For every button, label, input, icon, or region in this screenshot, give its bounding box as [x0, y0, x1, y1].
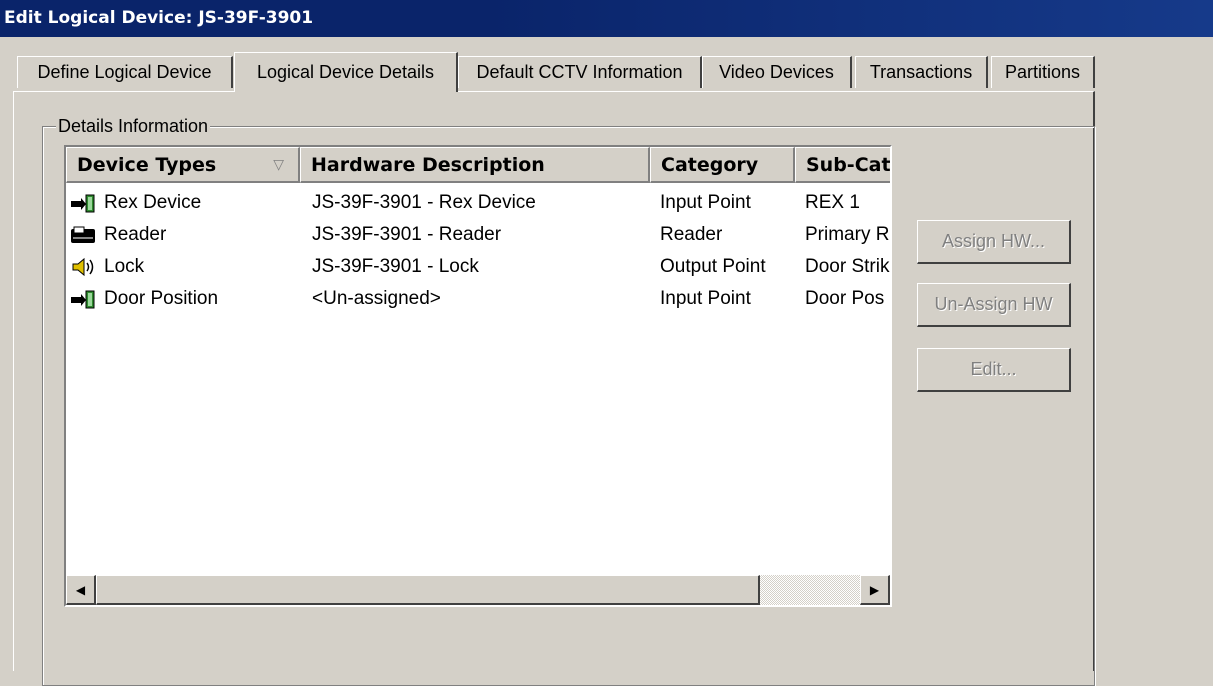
- category-cell: Output Point: [660, 256, 766, 277]
- sub-category-cell: Door Pos: [805, 288, 885, 309]
- sub-category-cell: Door Strik: [805, 256, 890, 277]
- column-header-sub-category[interactable]: Sub-Cat: [795, 147, 890, 183]
- category-cell: Input Point: [660, 288, 751, 309]
- assign-hw-button[interactable]: Assign HW...: [917, 220, 1071, 264]
- device-type-cell: Lock: [104, 256, 145, 277]
- scroll-right-button[interactable]: ▶: [860, 575, 890, 605]
- list-header: Device Types ▽ Hardware Description Cate…: [66, 147, 890, 183]
- list-item[interactable]: Rex Device JS-39F-3901 - Rex Device Inpu…: [66, 187, 890, 219]
- hardware-description-cell: JS-39F-3901 - Lock: [312, 256, 479, 277]
- category-cell: Reader: [660, 224, 723, 245]
- input-point-icon: [70, 289, 96, 309]
- hardware-description-cell: JS-39F-3901 - Reader: [312, 224, 502, 245]
- column-header-category[interactable]: Category: [650, 147, 795, 183]
- list-item[interactable]: Reader JS-39F-3901 - Reader Reader Prima…: [66, 219, 890, 251]
- window-title: Edit Logical Device: JS-39F-3901: [0, 0, 1213, 37]
- hardware-description-cell: <Un-assigned>: [312, 288, 441, 309]
- edit-button[interactable]: Edit...: [917, 348, 1071, 392]
- column-header-label: Device Types: [77, 154, 217, 176]
- column-header-device-types[interactable]: Device Types ▽: [66, 147, 300, 183]
- unassign-hw-button[interactable]: Un-Assign HW: [917, 283, 1071, 327]
- sort-descending-icon: ▽: [273, 157, 284, 173]
- list-item[interactable]: Lock JS-39F-3901 - Lock Output Point Doo…: [66, 251, 890, 283]
- tab-strip: Define Logical Device Logical Device Det…: [0, 52, 1213, 92]
- sub-category-cell: Primary R: [805, 224, 890, 245]
- speaker-icon: [70, 257, 96, 277]
- scroll-track[interactable]: [760, 575, 860, 605]
- scroll-thumb[interactable]: [96, 575, 760, 605]
- device-type-cell: Door Position: [104, 288, 219, 309]
- tab-logical-device-details[interactable]: Logical Device Details: [234, 52, 458, 92]
- hardware-description-cell: JS-39F-3901 - Rex Device: [312, 192, 536, 213]
- tab-partitions[interactable]: Partitions: [991, 56, 1095, 88]
- input-point-icon: [70, 193, 96, 213]
- tab-video-devices[interactable]: Video Devices: [702, 56, 852, 88]
- horizontal-scrollbar[interactable]: ◀ ▶: [66, 575, 890, 605]
- device-type-cell: Reader: [104, 224, 167, 245]
- category-cell: Input Point: [660, 192, 751, 213]
- sub-category-cell: REX 1: [805, 192, 860, 213]
- device-type-cell: Rex Device: [104, 192, 202, 213]
- list-item[interactable]: Door Position <Un-assigned> Input Point …: [66, 283, 890, 315]
- tab-transactions[interactable]: Transactions: [855, 56, 988, 88]
- device-list[interactable]: Device Types ▽ Hardware Description Cate…: [64, 145, 892, 607]
- tab-define-logical-device[interactable]: Define Logical Device: [17, 56, 233, 88]
- tab-default-cctv-information[interactable]: Default CCTV Information: [458, 56, 702, 88]
- column-header-hardware-description[interactable]: Hardware Description: [300, 147, 650, 183]
- groupbox-label: Details Information: [56, 115, 211, 137]
- scroll-left-button[interactable]: ◀: [66, 575, 96, 605]
- reader-icon: [70, 225, 96, 245]
